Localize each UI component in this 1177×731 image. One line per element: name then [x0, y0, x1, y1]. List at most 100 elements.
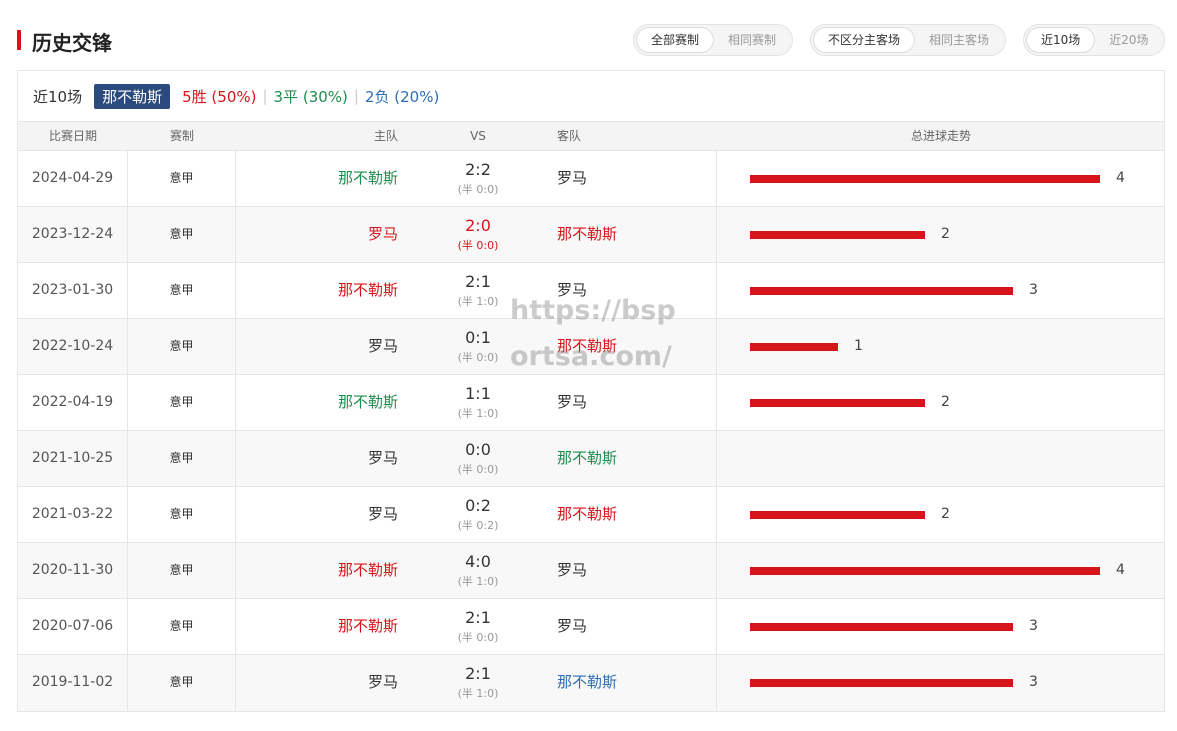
col-date: 比赛日期: [48, 129, 97, 143]
home-team[interactable]: 那不勒斯: [236, 599, 398, 654]
table-row: 2019-11-02 意甲 罗马 2:1 (半 1:0) 那不勒斯 3: [18, 655, 1164, 711]
away-team[interactable]: 罗马: [557, 375, 717, 430]
goal-trend: 2: [718, 487, 1164, 542]
goal-trend: 3: [718, 655, 1164, 710]
filter-last-10[interactable]: 近10场: [1026, 27, 1096, 53]
col-competition: 赛制: [169, 129, 194, 143]
away-team[interactable]: 那不勒斯: [557, 207, 717, 262]
half-time-score: (半 0:0): [457, 463, 499, 476]
goal-trend: 1: [718, 319, 1164, 374]
match-count-filter: 近10场 近20场: [1023, 24, 1165, 56]
team-badge: 那不勒斯: [94, 83, 171, 109]
full-time-score: 2:1: [465, 664, 491, 683]
away-team[interactable]: 那不勒斯: [557, 655, 717, 710]
match-score[interactable]: 0:1 (半 0:0): [428, 319, 528, 374]
goal-trend-bar: [750, 175, 1100, 183]
match-date: 2020-07-06: [18, 599, 128, 654]
goal-trend-bar: [750, 567, 1100, 575]
draw-stat: 3平 (30%): [273, 87, 348, 106]
table-row: 2021-03-22 意甲 罗马 0:2 (半 0:2) 那不勒斯 2: [18, 487, 1164, 543]
match-score[interactable]: 2:1 (半 0:0): [428, 599, 528, 654]
match-score[interactable]: 1:1 (半 1:0): [428, 375, 528, 430]
match-list: 2024-04-29 意甲 那不勒斯 2:2 (半 0:0) 罗马 4 2023-12-24 意…: [18, 151, 1164, 711]
table-row: 2022-10-24 意甲 罗马 0:1 (半 0:0) 那不勒斯 1: [18, 319, 1164, 375]
goal-total: 3: [1029, 618, 1038, 634]
table-row: 2024-04-29 意甲 那不勒斯 2:2 (半 0:0) 罗马 4: [18, 151, 1164, 207]
away-team[interactable]: 那不勒斯: [557, 487, 717, 542]
home-team[interactable]: 罗马: [236, 319, 398, 374]
away-team[interactable]: 那不勒斯: [557, 319, 717, 374]
match-competition: 意甲: [128, 151, 236, 206]
away-team[interactable]: 那不勒斯: [557, 431, 717, 486]
filter-all-competitions[interactable]: 全部赛制: [636, 27, 715, 53]
goal-total: 3: [1029, 674, 1038, 690]
half-time-score: (半 1:0): [457, 687, 499, 700]
match-score[interactable]: 0:0 (半 0:0): [428, 431, 528, 486]
table-row: 2020-07-06 意甲 那不勒斯 2:1 (半 0:0) 罗马 3: [18, 599, 1164, 655]
half-time-score: (半 1:0): [457, 295, 499, 308]
home-team[interactable]: 那不勒斯: [236, 263, 398, 318]
match-date: 2021-10-25: [18, 431, 128, 486]
full-time-score: 1:1: [465, 384, 491, 403]
page-title: 历史交锋: [32, 31, 112, 55]
match-competition: 意甲: [128, 599, 236, 654]
away-team[interactable]: 罗马: [557, 151, 717, 206]
match-score[interactable]: 2:0 (半 0:0): [428, 207, 528, 262]
win-stat: 5胜 (50%): [182, 87, 257, 106]
half-time-score: (半 1:0): [457, 575, 499, 588]
goal-total: 1: [854, 338, 863, 354]
away-team[interactable]: 罗马: [557, 543, 717, 598]
half-time-score: (半 0:0): [457, 631, 499, 644]
match-date: 2024-04-29: [18, 151, 128, 206]
match-score[interactable]: 2:2 (半 0:0): [428, 151, 528, 206]
home-team[interactable]: 罗马: [236, 655, 398, 710]
table-row: 2021-10-25 意甲 罗马 0:0 (半 0:0) 那不勒斯: [18, 431, 1164, 487]
goal-trend: 4: [718, 543, 1164, 598]
home-team[interactable]: 罗马: [236, 431, 398, 486]
divider: |: [353, 87, 359, 105]
half-time-score: (半 0:0): [457, 183, 499, 196]
goal-trend: 3: [718, 263, 1164, 318]
col-home: 主队: [373, 129, 398, 143]
full-time-score: 0:0: [465, 440, 491, 459]
venue-filter: 不区分主客场 相同主客场: [810, 24, 1006, 56]
full-time-score: 4:0: [465, 552, 491, 571]
match-competition: 意甲: [128, 263, 236, 318]
match-score[interactable]: 2:1 (半 1:0): [428, 655, 528, 710]
home-team[interactable]: 那不勒斯: [236, 151, 398, 206]
away-team[interactable]: 罗马: [557, 599, 717, 654]
match-date: 2019-11-02: [18, 655, 128, 710]
half-time-score: (半 0:0): [457, 351, 499, 364]
home-team[interactable]: 那不勒斯: [236, 375, 398, 430]
goal-total: 2: [941, 394, 950, 410]
filter-any-venue[interactable]: 不区分主客场: [813, 27, 916, 53]
match-competition: 意甲: [128, 487, 236, 542]
goal-total: 3: [1029, 282, 1038, 298]
summary-bar: 近10场 那不勒斯 5胜 (50%) | 3平 (30%) | 2负 (20%): [18, 71, 1164, 121]
match-competition: 意甲: [128, 207, 236, 262]
competition-filter: 全部赛制 相同赛制: [633, 24, 793, 56]
match-score[interactable]: 2:1 (半 1:0): [428, 263, 528, 318]
full-time-score: 2:1: [465, 272, 491, 291]
filter-last-20[interactable]: 近20场: [1095, 27, 1162, 53]
half-time-score: (半 0:2): [457, 519, 499, 532]
goal-total: 2: [941, 226, 950, 242]
home-team[interactable]: 那不勒斯: [236, 543, 398, 598]
match-score[interactable]: 0:2 (半 0:2): [428, 487, 528, 542]
table-row: 2020-11-30 意甲 那不勒斯 4:0 (半 1:0) 罗马 4: [18, 543, 1164, 599]
match-date: 2020-11-30: [18, 543, 128, 598]
header: 历史交锋 全部赛制 相同赛制 不区分主客场 相同主客场 近10场 近20场: [0, 0, 1177, 70]
goal-total: 4: [1116, 562, 1125, 578]
half-time-score: (半 1:0): [457, 407, 499, 420]
match-competition: 意甲: [128, 655, 236, 710]
away-team[interactable]: 罗马: [557, 263, 717, 318]
table-row: 2022-04-19 意甲 那不勒斯 1:1 (半 1:0) 罗马 2: [18, 375, 1164, 431]
filter-same-competition[interactable]: 相同赛制: [714, 27, 790, 53]
goal-total: 4: [1116, 170, 1125, 186]
match-score[interactable]: 4:0 (半 1:0): [428, 543, 528, 598]
home-team[interactable]: 罗马: [236, 207, 398, 262]
goal-trend: 2: [718, 375, 1164, 430]
divider: |: [262, 87, 268, 105]
filter-same-venue[interactable]: 相同主客场: [915, 27, 1003, 53]
home-team[interactable]: 罗马: [236, 487, 398, 542]
